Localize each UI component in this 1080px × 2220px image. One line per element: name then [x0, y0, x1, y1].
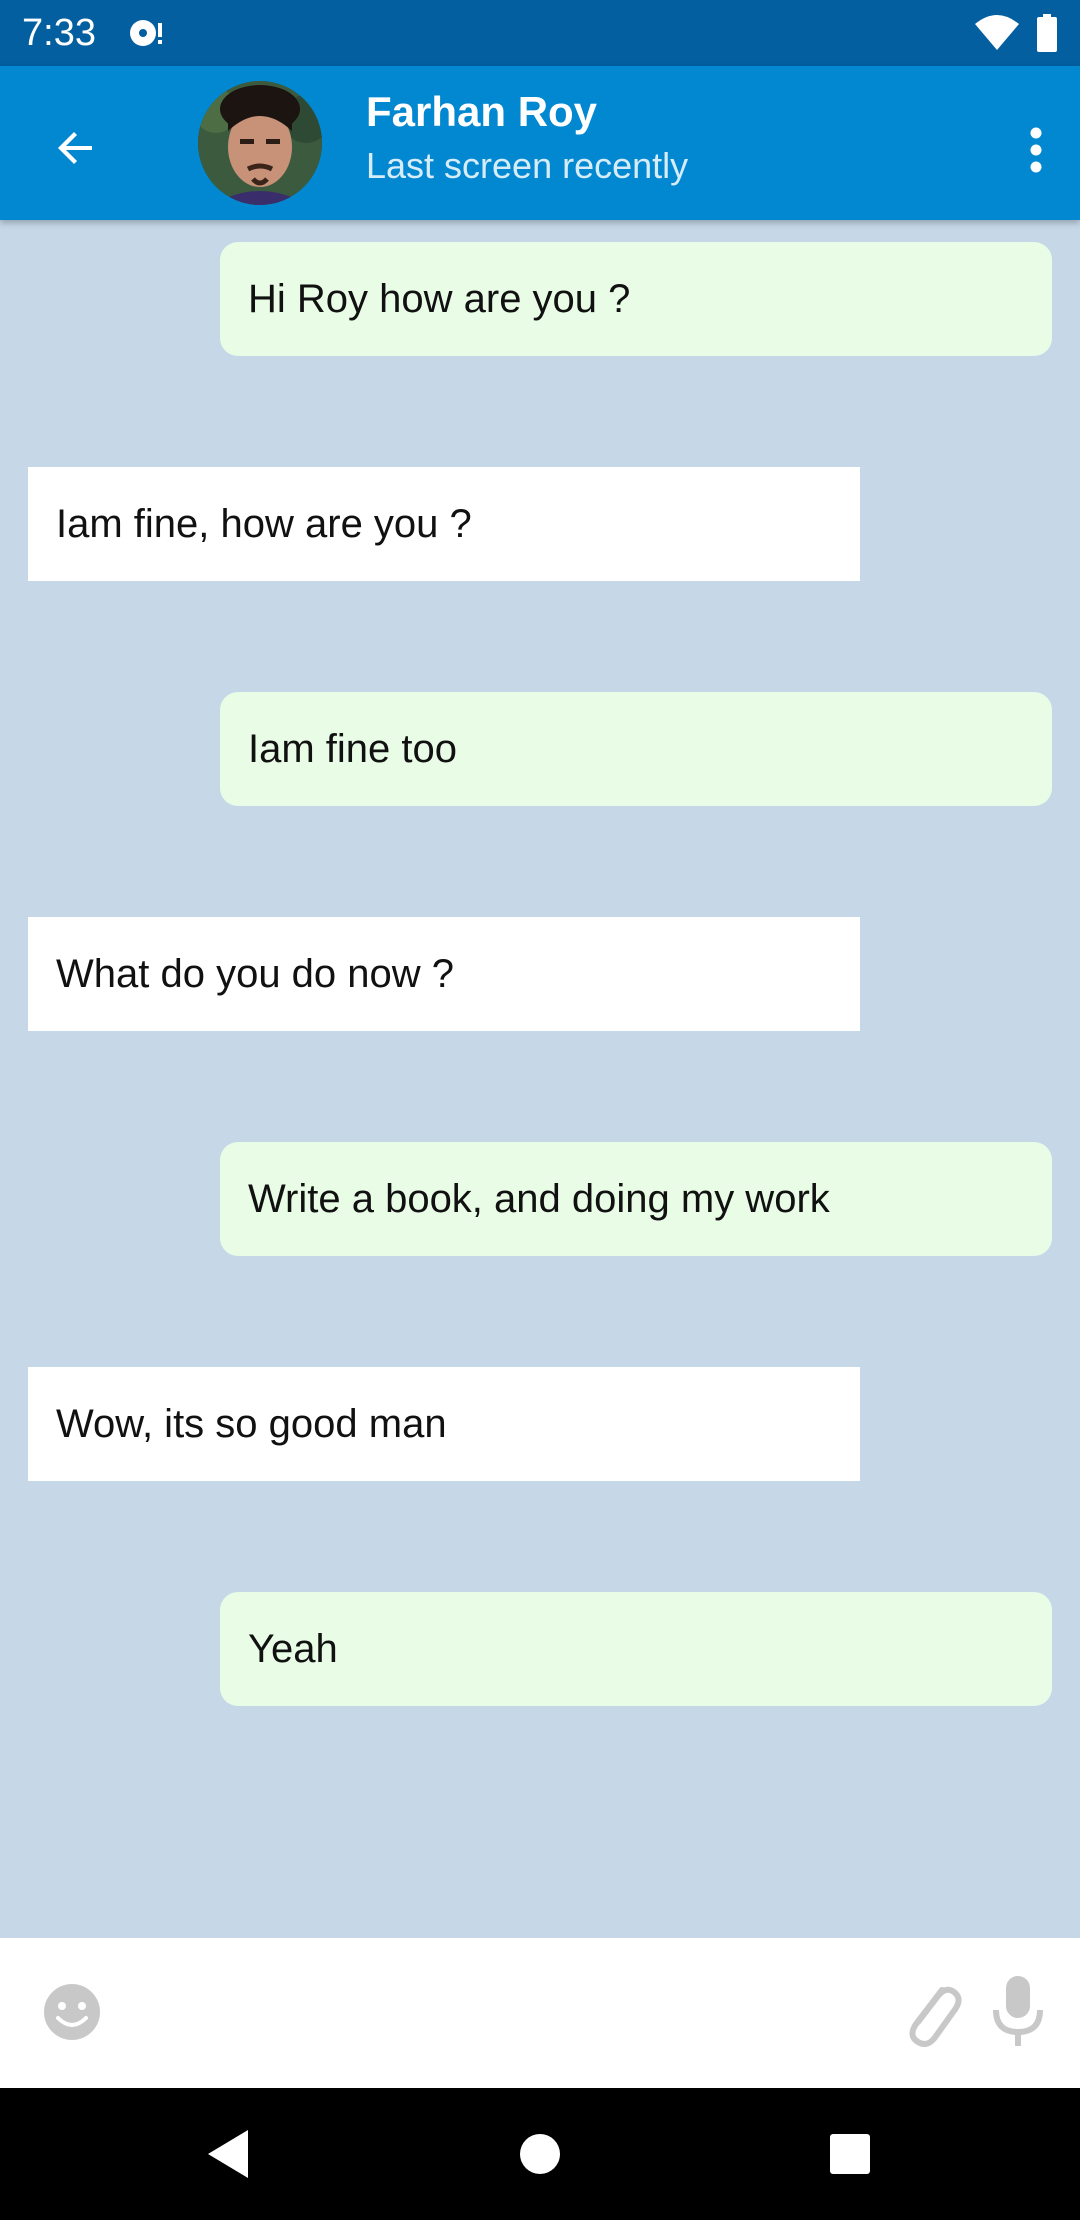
battery-icon: [1037, 14, 1057, 52]
back-button[interactable]: [38, 110, 114, 186]
nav-back-icon[interactable]: [204, 2128, 252, 2180]
more-options-button[interactable]: [1014, 112, 1058, 188]
message-text: Wow, its so good man: [56, 1401, 447, 1446]
message-sent[interactable]: Write a book, and doing my work: [220, 1142, 1052, 1256]
contact-status: Last screen recently: [366, 145, 689, 186]
message-text: Hi Roy how are you ?: [248, 276, 631, 321]
wifi-icon: [975, 15, 1019, 50]
message-text: Yeah: [248, 1626, 338, 1671]
message-input-bar: [0, 1938, 1080, 2088]
app-bar: Farhan Roy Last screen recently: [0, 66, 1080, 220]
message-received[interactable]: Iam fine, how are you ?: [28, 467, 860, 581]
message-input[interactable]: [130, 1968, 870, 2058]
message-sent[interactable]: Yeah: [220, 1592, 1052, 1706]
contact-name[interactable]: Farhan Roy: [366, 86, 597, 138]
message-sent[interactable]: Hi Roy how are you ?: [220, 242, 1052, 356]
more-vert-icon: [1030, 127, 1042, 173]
system-nav-bar: [0, 2088, 1080, 2220]
message-text: Iam fine too: [248, 726, 458, 771]
paperclip-icon[interactable]: [896, 1974, 966, 2050]
avatar[interactable]: [198, 81, 322, 205]
arrow-back-icon: [58, 132, 92, 164]
message-text: Write a book, and doing my work: [248, 1176, 830, 1221]
status-time: 7:33: [22, 12, 96, 54]
nav-home-icon[interactable]: [518, 2132, 562, 2176]
media-notification-icon: [130, 20, 162, 46]
message-received[interactable]: Wow, its so good man: [28, 1367, 860, 1481]
microphone-icon[interactable]: [988, 1972, 1048, 2052]
avatar-photo: [198, 81, 322, 205]
emoji-icon[interactable]: [40, 1980, 104, 2044]
nav-recents-icon[interactable]: [828, 2132, 872, 2176]
message-sent[interactable]: Iam fine too: [220, 692, 1052, 806]
message-received[interactable]: What do you do now ?: [28, 917, 860, 1031]
message-text: What do you do now ?: [56, 951, 455, 996]
message-text: Iam fine, how are you ?: [56, 501, 472, 546]
chat-area[interactable]: Hi Roy how are you ? Iam fine, how are y…: [0, 220, 1080, 1938]
status-bar: 7:33: [0, 0, 1080, 66]
